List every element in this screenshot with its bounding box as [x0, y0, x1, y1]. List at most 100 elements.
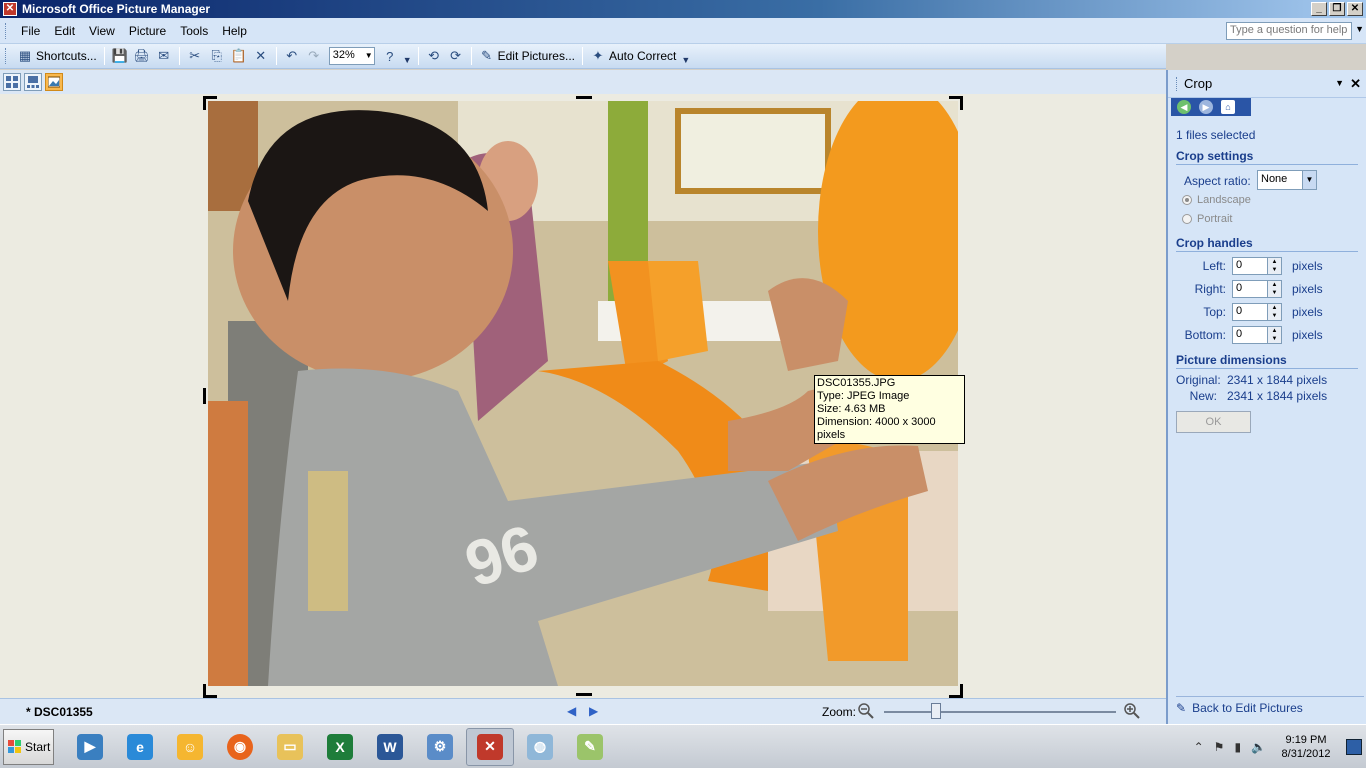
thumbnail-view-button[interactable] — [3, 73, 21, 91]
tooltip-dimension: Dimension: 4000 x 3000 pixels — [817, 416, 936, 441]
menu-view[interactable]: View — [82, 24, 122, 38]
taskbar-internet-explorer[interactable]: e — [116, 728, 164, 766]
landscape-radio[interactable]: Landscape — [1182, 194, 1251, 206]
show-desktop-button[interactable] — [1346, 739, 1362, 755]
current-filename: * DSC01355 — [26, 705, 93, 719]
action-center-flag-icon[interactable]: ⚑ — [1214, 740, 1225, 754]
cut-button[interactable]: ✂ — [184, 46, 206, 67]
top-handle-spinner[interactable]: 0 ▲ ▼ — [1232, 303, 1282, 321]
picture-manager-app-icon[interactable]: ✕ — [3, 2, 17, 16]
back-arrow-icon[interactable]: ◀ — [1177, 100, 1191, 114]
crop-handle-bottom-right[interactable] — [949, 684, 963, 698]
toolbar-grip[interactable] — [5, 48, 8, 64]
home-icon[interactable]: ⌂ — [1221, 100, 1235, 114]
top-spinner-arrows-icon[interactable]: ▲ ▼ — [1267, 304, 1281, 320]
edit-pictures-button[interactable]: ✎ Edit Pictures... — [476, 46, 578, 67]
zoom-in-icon[interactable] — [1124, 703, 1140, 722]
auto-correct-button[interactable]: ✦ Auto Correct — [587, 46, 679, 67]
zoom-out-icon[interactable] — [858, 703, 874, 722]
thumbnail-view-icon — [6, 76, 18, 88]
menu-edit[interactable]: Edit — [47, 24, 82, 38]
toolbar-options-icon[interactable]: ▼ — [681, 47, 690, 65]
close-window-button[interactable]: ✕ — [1347, 2, 1363, 16]
show-hidden-icons-icon[interactable]: ⌃ — [1194, 740, 1204, 754]
copy-button[interactable]: ⎘ — [206, 46, 228, 67]
crop-handle-bottom[interactable] — [576, 693, 592, 696]
crop-handles-heading: Crop handles — [1176, 236, 1358, 252]
help-search-input[interactable]: Type a question for help — [1226, 22, 1352, 40]
redo-button[interactable]: ↷ — [303, 46, 325, 67]
right-spinner-arrows-icon[interactable]: ▲ ▼ — [1267, 281, 1281, 297]
help-button[interactable]: ? — [379, 46, 401, 67]
landscape-radio-dot[interactable] — [1182, 195, 1192, 205]
previous-picture-icon[interactable]: ◀ — [567, 704, 576, 718]
print-button[interactable]: 🖨 — [131, 46, 153, 67]
menu-picture[interactable]: Picture — [122, 24, 173, 38]
taskbar-excel[interactable]: X — [316, 728, 364, 766]
taskbar-control-panel[interactable]: ⚙ — [416, 728, 464, 766]
taskbar-explorer[interactable]: ▭ — [266, 728, 314, 766]
left-handle-label: Left: — [1202, 259, 1226, 273]
portrait-radio[interactable]: Portrait — [1182, 213, 1232, 225]
taskbar-picture-manager[interactable]: ✕ — [466, 727, 514, 766]
taskbar-firefox[interactable]: ◉ — [216, 728, 264, 766]
bottom-handle-spinner[interactable]: 0 ▲ ▼ — [1232, 326, 1282, 344]
task-pane-close-icon[interactable]: ✕ — [1350, 76, 1361, 92]
left-spinner-arrows-icon[interactable]: ▲ ▼ — [1267, 258, 1281, 274]
zoom-dropdown-icon[interactable]: ▼ — [365, 51, 373, 60]
shortcuts-button[interactable]: ▦ Shortcuts... — [14, 46, 100, 67]
crop-handle-top-left[interactable] — [203, 96, 217, 110]
menu-grip[interactable] — [5, 22, 8, 39]
taskbar-paint[interactable]: ◍ — [516, 728, 564, 766]
paste-button[interactable]: 📋 — [228, 46, 250, 67]
toolbar-options-icon[interactable]: ▼ — [403, 47, 412, 65]
menu-file[interactable]: File — [14, 24, 47, 38]
toolbar-separator — [470, 47, 472, 65]
rotate-right-button[interactable]: ⟳ — [445, 46, 467, 67]
right-handle-unit: pixels — [1292, 282, 1323, 296]
clock-date: 8/31/2012 — [1281, 748, 1331, 760]
battery-icon[interactable]: ▮ — [1234, 740, 1241, 754]
next-picture-icon[interactable]: ▶ — [589, 704, 598, 718]
menu-tools[interactable]: Tools — [173, 24, 215, 38]
crop-handle-top-right[interactable] — [949, 96, 963, 110]
rotate-left-button[interactable]: ⟲ — [423, 46, 445, 67]
taskbar-pen-app[interactable]: ✎ — [566, 728, 614, 766]
aspect-ratio-select[interactable]: None ▼ — [1257, 170, 1317, 190]
volume-icon[interactable]: 🔈 — [1251, 740, 1266, 754]
zoom-slider-track[interactable] — [884, 711, 1116, 713]
crop-handle-top[interactable] — [576, 96, 592, 99]
taskbar-cartoon-app[interactable]: ☺ — [166, 728, 214, 766]
toolbar-separator — [582, 47, 583, 65]
right-handle-spinner[interactable]: 0 ▲ ▼ — [1232, 280, 1282, 298]
taskbar-media-player[interactable]: ▶ — [66, 728, 114, 766]
single-picture-view-button[interactable] — [45, 73, 63, 91]
left-handle-spinner[interactable]: 0 ▲ ▼ — [1232, 257, 1282, 275]
zoom-slider-thumb[interactable] — [931, 703, 941, 719]
start-button[interactable]: Start — [3, 728, 54, 765]
portrait-radio-dot[interactable] — [1182, 214, 1192, 224]
forward-arrow-icon[interactable]: ▶ — [1199, 100, 1213, 114]
bottom-spinner-arrows-icon[interactable]: ▲ ▼ — [1267, 327, 1281, 343]
bottom-handle-label: Bottom: — [1184, 328, 1226, 342]
delete-button[interactable]: ✕ — [250, 46, 272, 67]
control-panel-icon: ⚙ — [427, 733, 453, 760]
email-button[interactable]: ✉ — [153, 46, 175, 67]
ok-button[interactable]: OK — [1176, 411, 1251, 433]
minimize-button[interactable]: _ — [1311, 2, 1327, 16]
help-dropdown-icon[interactable]: ▼ — [1355, 24, 1364, 34]
task-pane-menu-icon[interactable]: ▼ — [1335, 78, 1344, 88]
zoom-combo[interactable]: 32% ▼ — [328, 47, 375, 65]
menu-help[interactable]: Help — [215, 24, 254, 38]
filmstrip-view-button[interactable] — [24, 73, 42, 91]
restore-button[interactable]: ❐ — [1329, 2, 1345, 16]
crop-handle-left[interactable] — [203, 388, 206, 404]
aspect-ratio-dropdown-icon[interactable]: ▼ — [1302, 171, 1316, 189]
back-to-edit-pictures-link[interactable]: ✎ Back to Edit Pictures — [1176, 696, 1364, 715]
task-pane-grip[interactable] — [1176, 76, 1178, 91]
taskbar-word[interactable]: W — [366, 728, 414, 766]
crop-handle-bottom-left[interactable] — [203, 684, 217, 698]
save-button[interactable]: 💾 — [109, 46, 131, 67]
undo-button[interactable]: ↶ — [281, 46, 303, 67]
system-clock[interactable]: 9:19 PM 8/31/2012 — [1276, 733, 1336, 761]
